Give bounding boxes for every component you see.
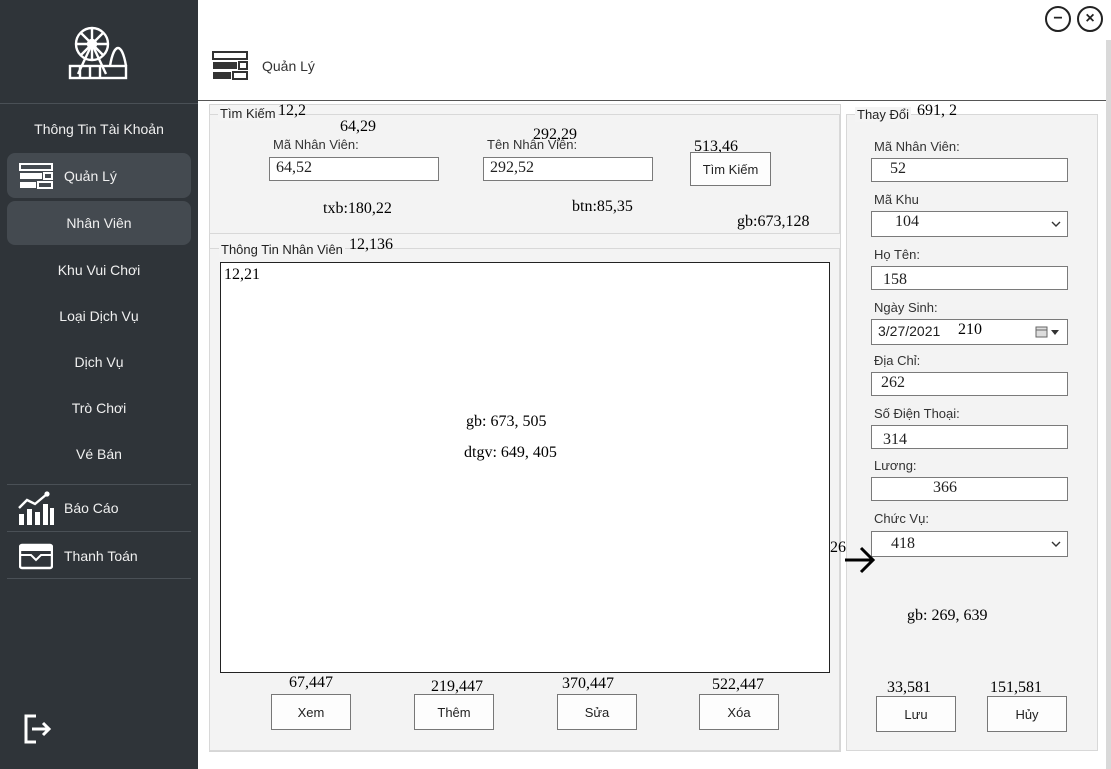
salary-value: 366 xyxy=(933,479,957,496)
full-name-label: Họ Tên: xyxy=(874,247,921,262)
arrow-right-icon xyxy=(845,546,876,574)
minimize-button[interactable]: − xyxy=(1045,6,1071,32)
button-size-note: btn:85,35 xyxy=(572,198,633,215)
address-label: Địa Chỉ: xyxy=(874,353,921,368)
calendar-icon xyxy=(1035,326,1059,338)
emp-name-search-input[interactable]: 292,52 xyxy=(483,157,653,181)
dob-label: Ngày Sinh: xyxy=(874,300,938,315)
header-divider xyxy=(198,100,1106,101)
cancel-button[interactable]: Hủy xyxy=(987,696,1067,732)
delete-button[interactable]: Xóa xyxy=(699,694,779,730)
chevron-down-icon xyxy=(1051,541,1061,547)
grid-size-note: dtgv: 649, 405 xyxy=(464,444,557,461)
full-name-input[interactable]: 158 xyxy=(871,266,1068,290)
emp-id-search-input[interactable]: 64,52 xyxy=(269,157,439,181)
delete-button-note: 522,447 xyxy=(712,676,764,693)
dob-note: 210 xyxy=(958,321,982,338)
close-icon: × xyxy=(1085,10,1095,27)
window-scroll-edge xyxy=(1106,40,1111,769)
textbox-size-note: txb:180,22 xyxy=(323,200,392,217)
role-label: Chức Vụ: xyxy=(874,511,929,526)
sidebar-item-label: Quản Lý xyxy=(64,167,117,184)
area-id-value: 104 xyxy=(895,213,919,230)
search-group-size-note: gb:673,128 xyxy=(737,213,810,230)
sidebar-item-label: Loại Dịch Vụ xyxy=(59,308,139,324)
save-button[interactable]: Lưu xyxy=(876,696,956,732)
search-group-title: Tìm Kiếm xyxy=(218,106,278,121)
area-id-label: Mã Khu xyxy=(874,192,919,207)
emp-id-value: 52 xyxy=(890,160,906,177)
sidebar-divider xyxy=(0,103,198,104)
sidebar-divider xyxy=(7,484,191,485)
bar-chart-icon xyxy=(18,491,54,525)
full-name-value: 158 xyxy=(883,271,907,288)
ferris-wheel-icon xyxy=(68,26,128,80)
phone-value: 314 xyxy=(883,431,907,448)
edit-button-note: 370,447 xyxy=(562,675,614,692)
sidebar-item-label: Khu Vui Chơi xyxy=(57,262,141,278)
emp-id-search-label: Mã Nhân Viên: xyxy=(273,137,359,152)
address-value: 262 xyxy=(881,374,905,391)
sidebar-item-label: Báo Cáo xyxy=(64,500,119,516)
sidebar-item-service-types[interactable]: Loại Dịch Vụ xyxy=(0,301,198,331)
employee-info-group-title: Thông Tin Nhân Viên xyxy=(219,242,345,257)
phone-label: Số Điện Thoại: xyxy=(874,406,960,421)
sidebar-item-label: Trò Chơi xyxy=(71,400,127,416)
sidebar-item-tickets[interactable]: Vé Bán xyxy=(0,439,198,469)
role-value: 418 xyxy=(891,535,915,552)
emp-id-label-note: 64,29 xyxy=(340,118,376,135)
list-icon xyxy=(19,162,53,189)
edit-group-note: 691, 2 xyxy=(917,102,957,119)
sidebar-item-label: Thông Tin Tài Khoản xyxy=(34,121,164,137)
wallet-icon xyxy=(19,543,53,570)
role-select[interactable]: 418 xyxy=(871,531,1068,557)
view-button-note: 67,447 xyxy=(289,674,333,691)
sidebar-item-games[interactable]: Trò Chơi xyxy=(0,393,198,423)
address-input[interactable]: 262 xyxy=(871,372,1068,396)
employee-info-group-note: 12,136 xyxy=(349,236,393,253)
employee-data-grid[interactable]: 12,21 gb: 673, 505 dtgv: 649, 405 xyxy=(220,262,830,673)
dob-value: 3/27/2021 xyxy=(878,323,941,339)
emp-id-label: Mã Nhân Viên: xyxy=(874,139,960,154)
add-button[interactable]: Thêm xyxy=(414,694,494,730)
area-id-select[interactable]: 104 xyxy=(871,211,1068,237)
edit-button[interactable]: Sửa xyxy=(557,694,637,730)
info-group-size-note: gb: 673, 505 xyxy=(466,413,547,430)
sidebar-item-label: Vé Bán xyxy=(76,446,122,462)
close-button[interactable]: × xyxy=(1077,6,1103,32)
phone-input[interactable]: 314 xyxy=(871,425,1068,449)
chevron-down-icon xyxy=(1051,221,1061,227)
cancel-button-note: 151,581 xyxy=(990,679,1042,696)
view-button[interactable]: Xem xyxy=(271,694,351,730)
sidebar-divider xyxy=(7,578,191,579)
logout-icon[interactable] xyxy=(22,713,52,745)
list-icon xyxy=(212,51,248,80)
sidebar-item-payments[interactable]: Thanh Toán xyxy=(7,536,191,576)
minimize-icon: − xyxy=(1053,10,1063,27)
sidebar-item-account[interactable]: Thông Tin Tài Khoản xyxy=(0,114,198,144)
salary-input[interactable]: 366 xyxy=(871,477,1068,501)
sidebar: Thông Tin Tài Khoản Quản Lý Nhân Viên Kh… xyxy=(0,0,198,769)
sidebar-item-label: Nhân Viên xyxy=(66,215,132,231)
edit-group-title: Thay Đổi xyxy=(855,107,912,122)
grid-position-note: 12,21 xyxy=(224,266,260,283)
save-button-note: 33,581 xyxy=(887,679,931,696)
salary-label: Lương: xyxy=(874,458,917,473)
edit-group-size-note: gb: 269, 639 xyxy=(907,607,988,624)
sidebar-divider xyxy=(7,531,191,532)
page-title: Quản Lý xyxy=(262,58,315,74)
emp-name-label-note: 292,29 xyxy=(533,126,577,143)
sidebar-item-manage[interactable]: Quản Lý xyxy=(7,153,191,198)
sidebar-item-label: Thanh Toán xyxy=(64,548,138,564)
dob-datepicker[interactable]: 3/27/2021 210 xyxy=(871,319,1068,345)
sidebar-item-amusement-areas[interactable]: Khu Vui Chơi xyxy=(0,255,198,285)
sidebar-item-reports[interactable]: Báo Cáo xyxy=(7,488,191,528)
search-button[interactable]: Tìm Kiếm xyxy=(690,152,771,186)
sidebar-item-label: Dịch Vụ xyxy=(74,354,124,370)
emp-id-input[interactable]: 52 xyxy=(871,158,1068,182)
search-group-note: 12,2 xyxy=(278,102,306,119)
sidebar-item-services[interactable]: Dịch Vụ xyxy=(0,347,198,377)
sidebar-item-employees[interactable]: Nhân Viên xyxy=(7,201,191,245)
